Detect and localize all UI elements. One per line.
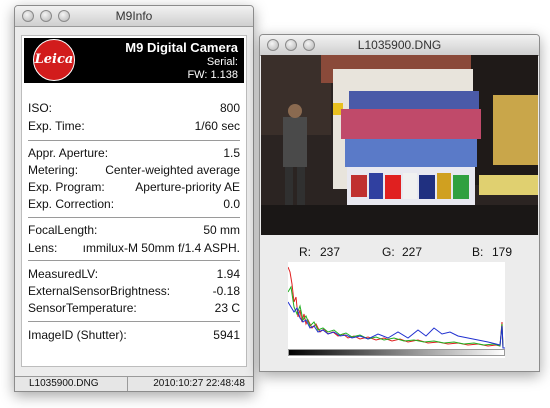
serial-label: Serial: xyxy=(206,56,238,68)
info-row-exposure-program: Exp. Program: Aperture-priority AE xyxy=(28,180,240,195)
window-title: L1035900.DNG xyxy=(357,38,442,52)
camera-model: M9 Digital Camera xyxy=(125,40,238,55)
title-bar[interactable]: M9Info xyxy=(15,6,253,27)
info-value: 1.94 xyxy=(216,267,240,281)
status-datetime: 2010:10:27 22:48:48 xyxy=(153,378,245,389)
info-row-measured-lv: MeasuredLV: 1.94 xyxy=(28,267,240,282)
histogram xyxy=(287,262,505,358)
status-filename: L1035900.DNG xyxy=(29,378,99,389)
green-value: 227 xyxy=(402,245,423,259)
info-row-focal-length: FocalLength: 50 mm xyxy=(28,223,240,238)
info-label: ImageID (Shutter): xyxy=(28,328,127,342)
m9info-window: M9Info Leica M9 Digital Camera Serial: F… xyxy=(14,5,254,392)
status-bar: L1035900.DNG 2010:10:27 22:48:48 xyxy=(15,376,253,391)
info-label: Exp. Program: xyxy=(28,180,105,194)
histogram-plot xyxy=(287,266,505,349)
divider xyxy=(28,321,240,322)
info-value: 0.0 xyxy=(223,197,240,211)
info-label: MeasuredLV: xyxy=(28,267,99,281)
histogram-red-line xyxy=(287,266,505,349)
info-value: Center-weighted average xyxy=(105,163,240,177)
title-bar[interactable]: L1035900.DNG xyxy=(260,35,539,56)
blue-label: B: xyxy=(472,245,484,259)
info-row-exposure-time: Exp. Time: 1/60 sec xyxy=(28,119,240,134)
info-value: Aperture-priority AE xyxy=(135,180,240,194)
divider xyxy=(28,140,240,141)
info-panel: Leica M9 Digital Camera Serial: FW: 1.13… xyxy=(21,35,247,367)
info-value: 50 mm xyxy=(203,223,240,237)
camera-banner: Leica M9 Digital Camera Serial: FW: 1.13… xyxy=(24,38,244,83)
histogram-blue-line xyxy=(287,301,505,349)
info-label: FocalLength: xyxy=(28,223,98,237)
info-value: 23 C xyxy=(214,301,240,315)
status-divider xyxy=(127,377,128,391)
leica-logo: Leica xyxy=(33,39,75,81)
info-value: 1.5 xyxy=(223,146,240,160)
info-label: Metering: xyxy=(28,163,79,177)
photo-preview[interactable] xyxy=(261,55,538,235)
info-row-exposure-correction: Exp. Correction: 0.0 xyxy=(28,197,240,212)
street-scene-image xyxy=(261,55,538,235)
window-title: M9Info xyxy=(115,9,153,23)
divider xyxy=(28,260,240,261)
info-row-lens: Lens: ımmilux-M 50mm f/1.4 ASPH. xyxy=(28,241,240,256)
info-label: Exp. Correction: xyxy=(28,197,115,211)
red-value: 237 xyxy=(320,245,341,259)
info-value: ımmilux-M 50mm f/1.4 ASPH. xyxy=(82,241,240,255)
info-label: SensorTemperature: xyxy=(28,301,137,315)
info-label: Appr. Aperture: xyxy=(28,146,109,160)
red-label: R: xyxy=(299,245,311,259)
info-label: ExternalSensorBrightness: xyxy=(28,284,171,298)
info-label: ISO: xyxy=(28,101,53,115)
histogram-gradient-scale xyxy=(288,349,505,356)
info-row-iso: ISO: 800 xyxy=(28,101,240,116)
info-row-sensor-temperature: SensorTemperature: 23 C xyxy=(28,301,240,316)
firmware-version: FW: 1.138 xyxy=(187,69,238,81)
info-value: 800 xyxy=(219,101,240,115)
blue-value: 179 xyxy=(492,245,513,259)
info-value: 5941 xyxy=(213,328,240,342)
info-row-image-id: ImageID (Shutter): 5941 xyxy=(28,328,240,343)
divider xyxy=(28,217,240,218)
info-row-metering: Metering: Center-weighted average xyxy=(28,163,240,178)
info-row-aperture: Appr. Aperture: 1.5 xyxy=(28,146,240,161)
info-value: 1/60 sec xyxy=(194,119,240,133)
image-window: L1035900.DNG R: 237 G: 227 B: 179 xyxy=(259,34,540,372)
info-label: Exp. Time: xyxy=(28,119,85,133)
info-row-external-brightness: ExternalSensorBrightness: -0.18 xyxy=(28,284,240,299)
green-label: G: xyxy=(382,245,395,259)
info-value: -0.18 xyxy=(212,284,240,298)
info-label: Lens: xyxy=(28,241,58,255)
